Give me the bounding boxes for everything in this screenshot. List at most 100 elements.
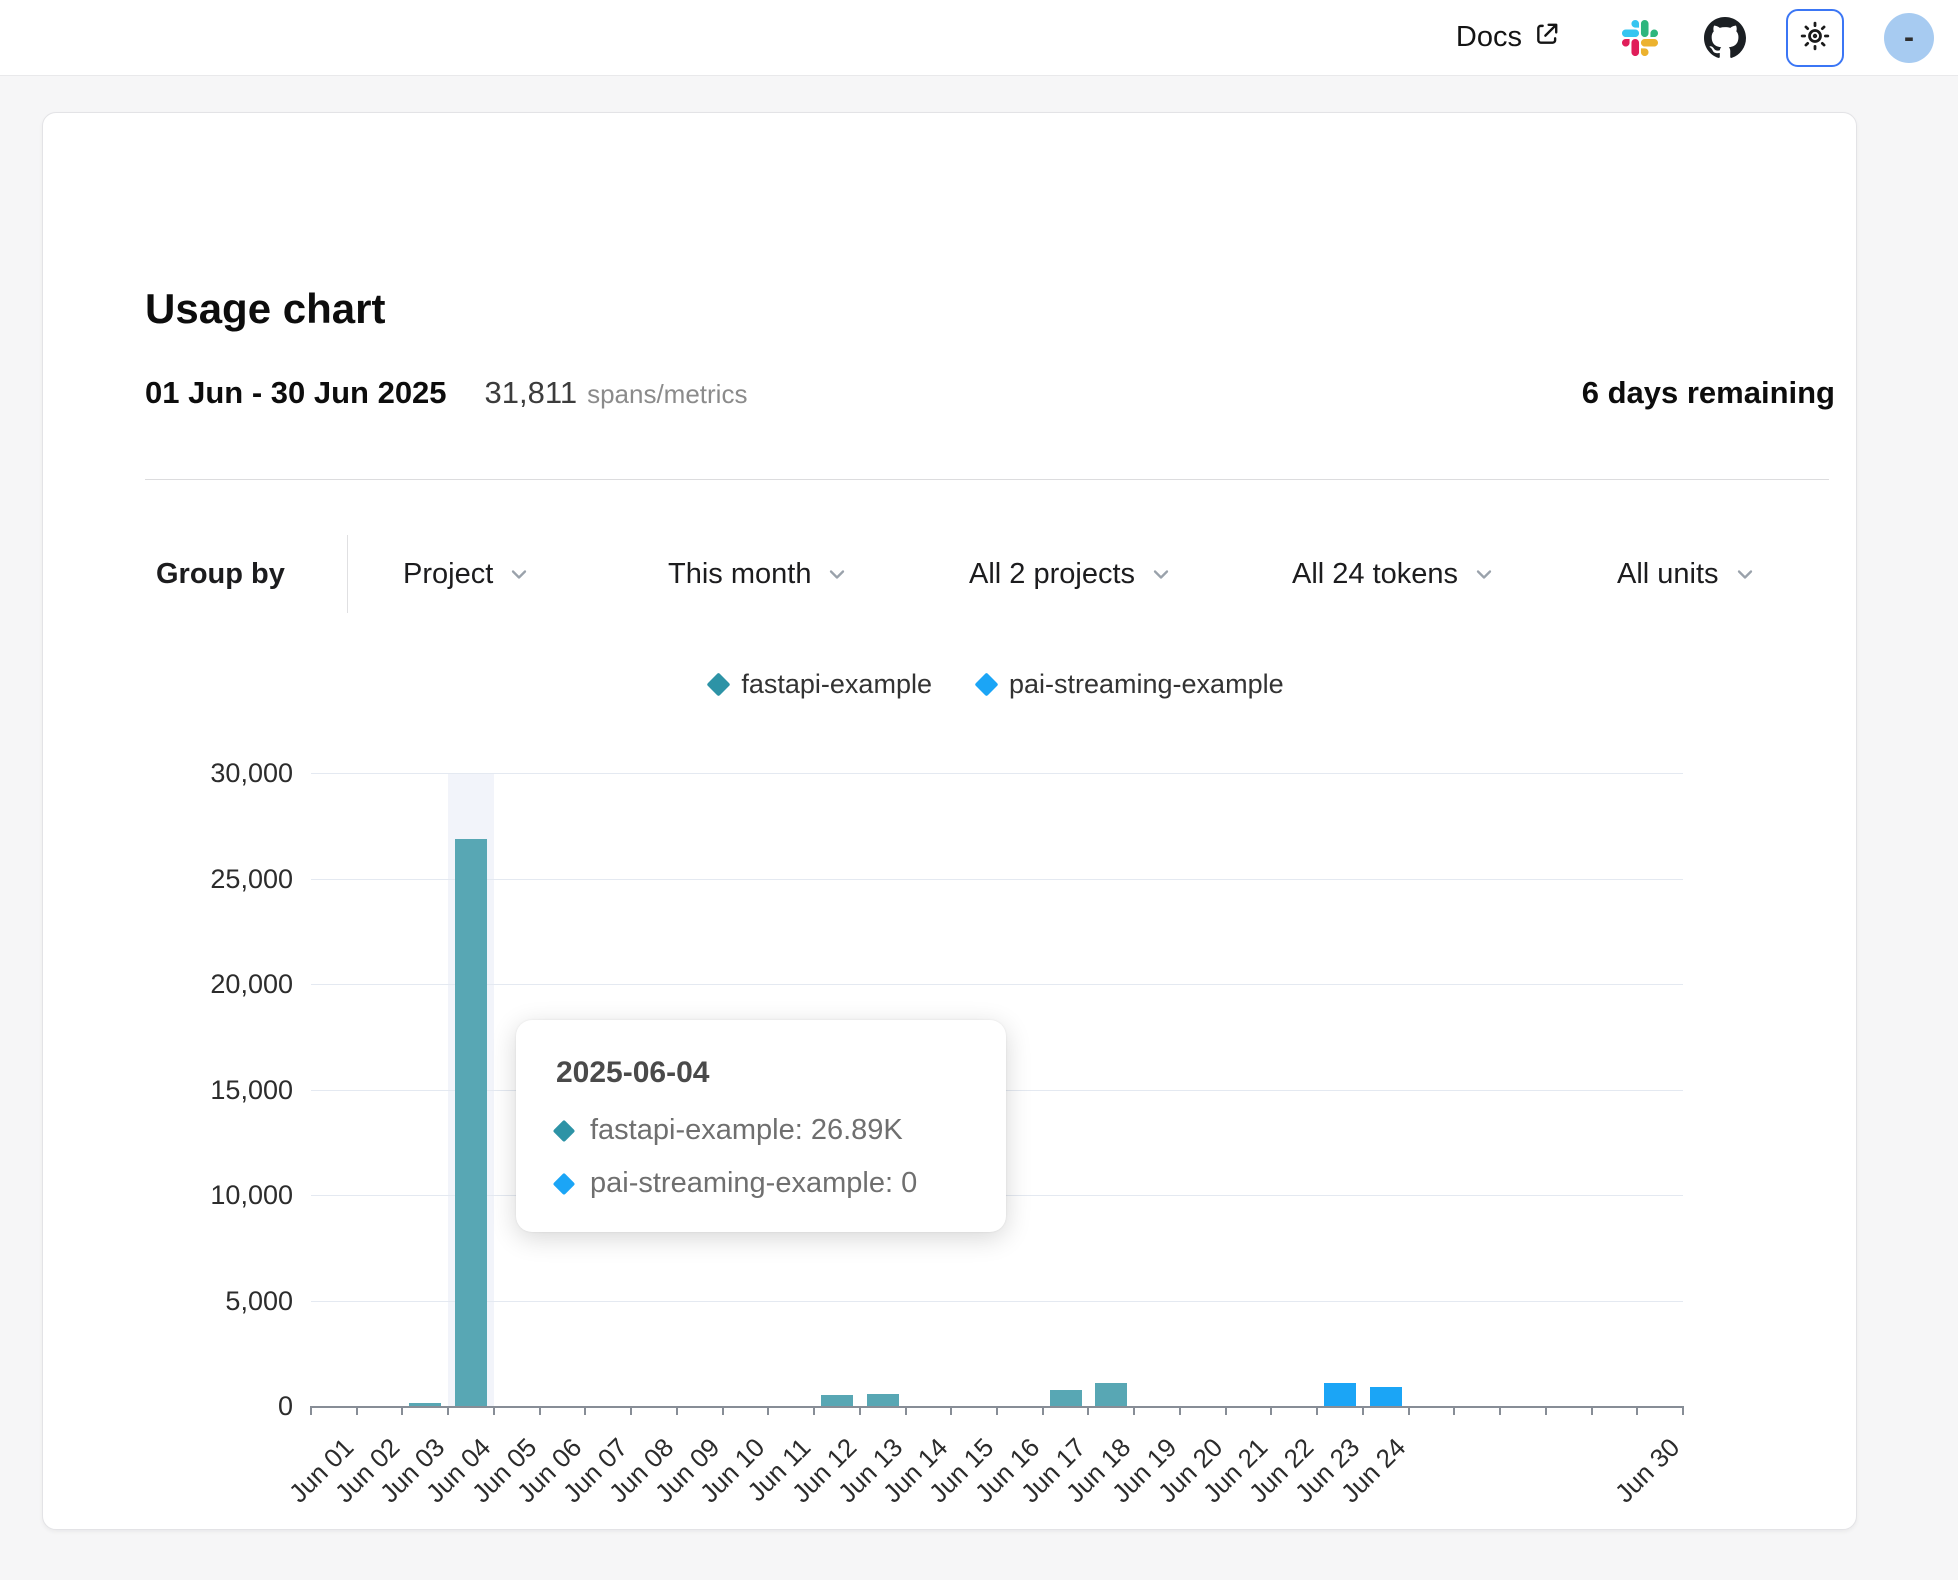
x-axis-tick [996, 1406, 998, 1415]
tooltip-date: 2025-06-04 [556, 1056, 966, 1090]
units-dropdown[interactable]: All units [1617, 533, 1757, 615]
x-axis-tick [1225, 1406, 1227, 1415]
x-axis-tick [1362, 1406, 1364, 1415]
usage-summary: 01 Jun - 30 Jun 2025 31,811 spans/metric… [145, 375, 1835, 411]
x-axis-tick [1453, 1406, 1455, 1415]
x-axis-label: Jun 30 [1609, 1432, 1686, 1509]
tooltip-row: fastapi-example: 26.89K [556, 1114, 966, 1147]
x-axis-tick [584, 1406, 586, 1415]
github-icon[interactable] [1704, 17, 1746, 59]
top-bar: Docs [0, 0, 1958, 76]
avatar-label: - [1904, 21, 1914, 55]
bar-fastapi-example[interactable] [1050, 1390, 1082, 1406]
period-value: This month [668, 558, 811, 591]
x-axis-tick [1499, 1406, 1501, 1415]
x-axis-tick [539, 1406, 541, 1415]
bar-pai-streaming-example[interactable] [1324, 1383, 1356, 1406]
x-axis-tick [905, 1406, 907, 1415]
y-axis-label: 30,000 [133, 758, 293, 789]
chevron-down-icon [1472, 562, 1496, 586]
x-axis-tick [493, 1406, 495, 1415]
x-axis-tick [1545, 1406, 1547, 1415]
x-axis-tick [310, 1406, 312, 1415]
y-gridline [311, 773, 1683, 774]
chart-legend: fastapi-example pai-streaming-example [311, 669, 1683, 700]
tooltip-rows: fastapi-example: 26.89K pai-streaming-exa… [556, 1114, 966, 1200]
tooltip-row-text: fastapi-example: 26.89K [590, 1114, 903, 1147]
x-axis-tick [1087, 1406, 1089, 1415]
bar-pai-streaming-example[interactable] [1370, 1387, 1402, 1406]
y-axis-label: 25,000 [133, 864, 293, 895]
days-remaining: 6 days remaining [1582, 375, 1835, 411]
x-axis-tick [1133, 1406, 1135, 1415]
y-axis-label: 0 [133, 1391, 293, 1422]
y-axis-label: 10,000 [133, 1180, 293, 1211]
tokens-value: All 24 tokens [1292, 558, 1458, 591]
group-by-label: Group by [156, 533, 285, 615]
usage-card: Usage chart 01 Jun - 30 Jun 2025 31,811 … [42, 112, 1857, 1530]
x-axis-tick [447, 1406, 449, 1415]
filter-bar: Group by Project This month All 2 projec… [43, 533, 1858, 615]
y-gridline [311, 984, 1683, 985]
period-dropdown[interactable]: This month [668, 533, 849, 615]
tooltip-diamond-icon [553, 1172, 576, 1195]
x-axis-tick [1682, 1406, 1684, 1415]
y-axis-label: 20,000 [133, 969, 293, 1000]
x-axis-tick [1408, 1406, 1410, 1415]
x-axis-tick [1270, 1406, 1272, 1415]
legend-label: pai-streaming-example [1009, 669, 1284, 700]
x-axis-tick [859, 1406, 861, 1415]
tooltip-diamond-icon [553, 1119, 576, 1142]
legend-item-pai-streaming-example[interactable]: pai-streaming-example [978, 669, 1284, 700]
bar-fastapi-example[interactable] [867, 1394, 899, 1406]
tooltip-row: pai-streaming-example: 0 [556, 1167, 966, 1200]
x-axis-tick [1042, 1406, 1044, 1415]
y-gridline [311, 879, 1683, 880]
docs-link[interactable]: Docs [1456, 21, 1560, 55]
group-by-dropdown[interactable]: Project [403, 533, 531, 615]
bar-fastapi-example[interactable] [455, 839, 487, 1406]
avatar[interactable]: - [1884, 13, 1934, 63]
x-axis-tick [1591, 1406, 1593, 1415]
legend-diamond-icon [707, 672, 731, 696]
x-axis-tick [813, 1406, 815, 1415]
y-axis-label: 5,000 [133, 1286, 293, 1317]
divider [145, 479, 1829, 480]
x-axis-tick [676, 1406, 678, 1415]
date-range: 01 Jun - 30 Jun 2025 [145, 375, 447, 411]
legend-label: fastapi-example [741, 669, 932, 700]
tooltip-row-text: pai-streaming-example: 0 [590, 1167, 917, 1200]
chevron-down-icon [507, 562, 531, 586]
theme-toggle-button[interactable] [1786, 9, 1844, 67]
units-value: All units [1617, 558, 1719, 591]
bar-fastapi-example[interactable] [821, 1395, 853, 1406]
docs-link-label: Docs [1456, 21, 1522, 54]
external-link-icon [1534, 21, 1560, 55]
x-axis-tick [1316, 1406, 1318, 1415]
x-axis-tick [1179, 1406, 1181, 1415]
usage-unit: spans/metrics [587, 379, 747, 410]
x-axis-tick [722, 1406, 724, 1415]
chevron-down-icon [825, 562, 849, 586]
chart-tooltip: 2025-06-04 fastapi-example: 26.89K pai-st… [516, 1020, 1006, 1232]
filter-divider [347, 535, 348, 613]
page-title: Usage chart [145, 285, 385, 333]
projects-dropdown[interactable]: All 2 projects [969, 533, 1173, 615]
usage-count: 31,811 [485, 375, 578, 411]
x-axis-tick [1636, 1406, 1638, 1415]
x-axis-tick [630, 1406, 632, 1415]
chevron-down-icon [1149, 562, 1173, 586]
x-axis-tick [767, 1406, 769, 1415]
tokens-dropdown[interactable]: All 24 tokens [1292, 533, 1496, 615]
legend-item-fastapi-example[interactable]: fastapi-example [710, 669, 932, 700]
y-gridline [311, 1301, 1683, 1302]
x-axis-tick [401, 1406, 403, 1415]
x-axis-tick [356, 1406, 358, 1415]
x-axis-tick [950, 1406, 952, 1415]
slack-icon[interactable] [1622, 20, 1658, 56]
y-axis-label: 15,000 [133, 1075, 293, 1106]
group-by-value: Project [403, 558, 493, 591]
sun-icon [1799, 20, 1831, 55]
bar-fastapi-example[interactable] [1095, 1383, 1127, 1406]
legend-diamond-icon [974, 672, 998, 696]
